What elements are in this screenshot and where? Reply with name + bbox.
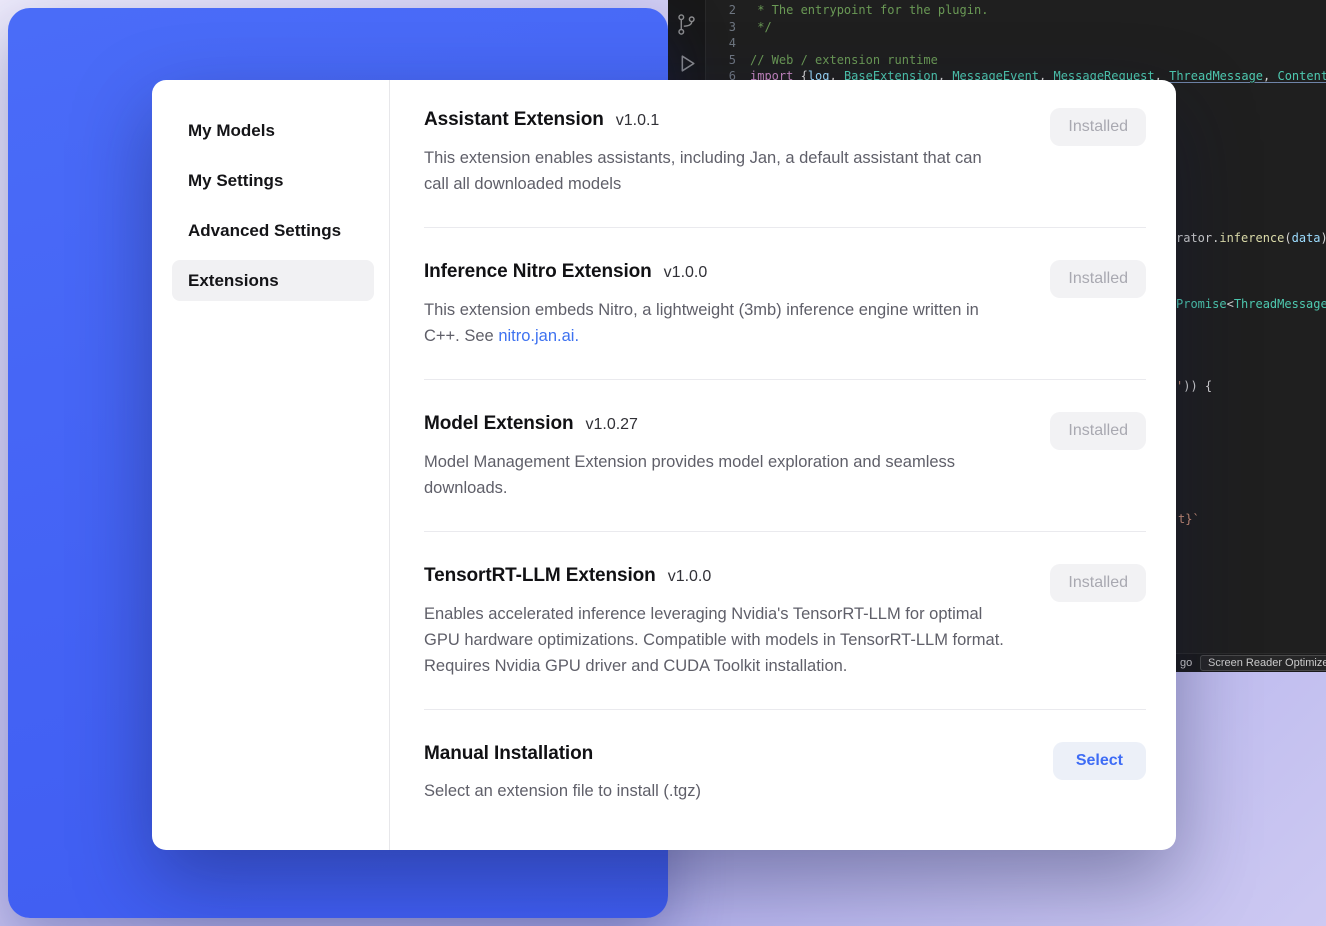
run-debug-icon[interactable] (674, 51, 699, 76)
extension-section-model: Model Extension v1.0.27 Model Management… (424, 380, 1146, 532)
line-number: 2 (706, 2, 750, 19)
code-token: * The entrypoint for the plugin. (750, 3, 988, 17)
code-token: ThreadMessage (1169, 69, 1263, 83)
line-number: 3 (706, 19, 750, 36)
source-control-icon[interactable] (674, 12, 699, 37)
code-token: // Web / extension runtime (750, 53, 938, 67)
desktop-background: 2 * The entrypoint for the plugin. 3 */ … (0, 0, 1326, 926)
sidebar-item-my-settings[interactable]: My Settings (172, 160, 374, 201)
code-token: t}` (1178, 512, 1200, 526)
extension-version: v1.0.1 (616, 107, 660, 135)
installed-button[interactable]: Installed (1050, 564, 1146, 602)
code-token: data (1292, 231, 1321, 245)
extension-title: TensortRT-LLM Extension (424, 562, 656, 590)
code-line: 5 // Web / extension runtime (706, 52, 1326, 69)
extensions-panel: Assistant Extension v1.0.1 This extensio… (390, 80, 1176, 850)
screen-reader-tag[interactable]: Screen Reader Optimized (1200, 655, 1326, 671)
sidebar-item-advanced-settings[interactable]: Advanced Settings (172, 210, 374, 251)
extension-description: Model Management Extension provides mode… (424, 449, 1009, 501)
extension-section-tensorrt: TensortRT-LLM Extension v1.0.0 Enables a… (424, 532, 1146, 710)
extension-version: v1.0.0 (664, 259, 708, 287)
line-number: 5 (706, 52, 750, 69)
code-fragment: ')) { (1176, 379, 1212, 393)
code-line: 2 * The entrypoint for the plugin. (706, 2, 1326, 19)
line-number: 4 (706, 35, 750, 52)
code-token: */ (750, 20, 772, 34)
extension-description: Enables accelerated inference leveraging… (424, 601, 1009, 679)
nitro-jan-ai-link[interactable]: nitro.jan.ai. (498, 327, 579, 345)
settings-modal: My Models My Settings Advanced Settings … (152, 80, 1176, 850)
code-token: )) { (1183, 379, 1212, 393)
extension-title: Assistant Extension (424, 106, 604, 134)
statusbar-text[interactable]: go (1180, 657, 1192, 669)
extension-section-assistant: Assistant Extension v1.0.1 This extensio… (424, 80, 1146, 228)
manual-installation-section: Manual Installation Select an extension … (424, 710, 1146, 834)
code-token: inference (1219, 231, 1284, 245)
code-token: ( (1284, 231, 1291, 245)
code-line: 3 */ (706, 19, 1326, 36)
extension-version: v1.0.0 (668, 563, 712, 591)
code-token: ContentType (1277, 69, 1326, 83)
code-token: Promise (1176, 297, 1227, 311)
extension-description: This extension embeds Nitro, a lightweig… (424, 297, 1009, 349)
code-token: < (1227, 297, 1234, 311)
extension-description: This extension enables assistants, inclu… (424, 145, 1009, 197)
extension-title: Model Extension (424, 410, 573, 438)
section-title: Manual Installation (424, 740, 593, 768)
code-token: rator. (1176, 231, 1219, 245)
extension-title: Inference Nitro Extension (424, 258, 652, 286)
sidebar-item-extensions[interactable]: Extensions (172, 260, 374, 301)
code-line: 4 (706, 35, 1326, 52)
code-token: )); (1321, 231, 1326, 245)
installed-button[interactable]: Installed (1050, 412, 1146, 450)
extension-version: v1.0.27 (585, 411, 637, 439)
settings-sidebar: My Models My Settings Advanced Settings … (152, 80, 390, 850)
section-description: Select an extension file to install (.tg… (424, 778, 701, 804)
code-token: , (1263, 69, 1277, 83)
code-fragment: t}` (1178, 512, 1200, 526)
select-button[interactable]: Select (1053, 742, 1146, 780)
installed-button[interactable]: Installed (1050, 108, 1146, 146)
code-token: ThreadMessage (1234, 297, 1326, 311)
code-fragment: rator.inference(data)); (1176, 231, 1326, 245)
code-area: 2 * The entrypoint for the plugin. 3 */ … (706, 2, 1326, 85)
installed-button[interactable]: Installed (1050, 260, 1146, 298)
code-fragment: Promise<ThreadMessage> (1176, 297, 1326, 311)
extension-section-nitro: Inference Nitro Extension v1.0.0 This ex… (424, 228, 1146, 380)
sidebar-item-my-models[interactable]: My Models (172, 110, 374, 151)
